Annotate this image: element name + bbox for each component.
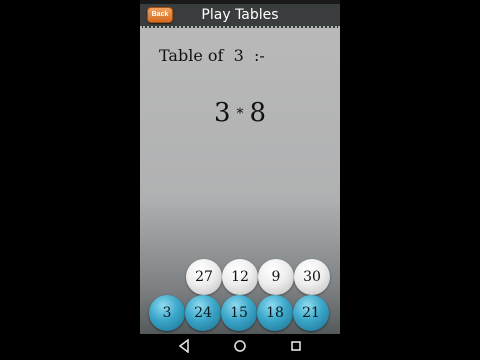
multiply-operator: * [236,106,244,122]
answer-option[interactable]: 15 [221,295,257,331]
square-recents-icon[interactable] [290,339,302,353]
answer-option[interactable]: 18 [257,295,293,331]
answer-option[interactable]: 9 [258,259,294,295]
answer-option[interactable]: 24 [185,295,221,331]
multiplier: 8 [249,98,267,128]
answer-option[interactable]: 12 [222,259,258,295]
table-label: Table of 3 :- [159,46,265,65]
triangle-back-icon[interactable] [178,339,190,353]
circle-home-icon[interactable] [233,339,247,353]
multiplicand: 3 [213,98,231,128]
answer-option[interactable]: 21 [293,295,329,331]
answer-option[interactable]: 30 [294,259,330,295]
system-nav-bar [140,334,340,360]
back-button[interactable]: Back [147,7,173,23]
answer-option[interactable]: 3 [149,295,185,331]
phone-screen: Play Tables Back Table of 3 :- 3 * 8 27 12… [140,0,340,360]
app-header: Play Tables Back [140,4,340,28]
answer-option[interactable]: 27 [186,259,222,295]
game-area: Table of 3 :- 3 * 8 27 12 9 30 3 24 15 18 … [140,28,340,334]
question: 3 * 8 [140,98,340,128]
